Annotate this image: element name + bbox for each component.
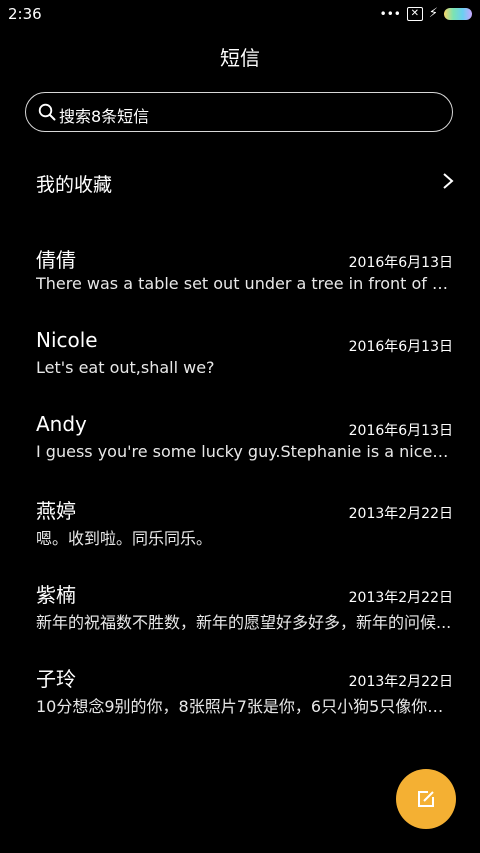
conversation-item[interactable]: 燕婷 2013年2月22日 嗯。收到啦。同乐同乐。 (0, 495, 480, 571)
contact-name: 倩倩 (36, 248, 76, 272)
more-dots-icon: ••• (379, 6, 401, 21)
message-preview: 10分想念9别的你，8张照片7张是你，6只小狗5只像你，4... (36, 697, 452, 716)
message-date: 2016年6月13日 (348, 255, 453, 271)
message-preview: There was a table set out under a tree i… (36, 274, 452, 293)
message-preview: I guess you're some lucky guy.Stephanie … (36, 442, 452, 461)
battery-icon (444, 7, 472, 20)
favorites-row[interactable]: 我的收藏 (0, 160, 480, 204)
message-date: 2013年2月22日 (348, 674, 453, 690)
compose-button[interactable] (396, 769, 456, 829)
conversation-item[interactable]: Andy 2016年6月13日 I guess you're some luck… (0, 412, 480, 488)
charging-bolt-icon: ⚡ (428, 6, 438, 21)
contact-name: Andy (36, 412, 87, 436)
message-preview: 新年的祝福数不胜数，新年的愿望好多好多，新年的问候... (36, 613, 452, 632)
status-time: 2:36 (8, 5, 42, 23)
conversation-item[interactable]: 子玲 2013年2月22日 10分想念9别的你，8张照片7张是你，6只小狗5只像… (0, 663, 480, 739)
contact-name: 燕婷 (36, 499, 76, 523)
status-bar: 2:36 ••• ✕ ⚡ (0, 0, 480, 28)
search-icon (38, 103, 56, 121)
message-date: 2016年6月13日 (348, 339, 453, 355)
favorites-label: 我的收藏 (36, 174, 113, 196)
search-input[interactable]: 搜索8条短信 (25, 92, 453, 132)
message-preview: Let's eat out,shall we? (36, 358, 215, 377)
search-placeholder: 搜索8条短信 (59, 107, 150, 126)
compose-icon (418, 791, 434, 807)
status-icons: ••• ✕ ⚡ (380, 6, 472, 21)
page-title: 短信 (220, 46, 260, 70)
contact-name: 紫楠 (36, 583, 76, 607)
conversation-item[interactable]: 紫楠 2013年2月22日 新年的祝福数不胜数，新年的愿望好多好多，新年的问候.… (0, 579, 480, 655)
chevron-right-icon (443, 173, 454, 189)
contact-name: 子玲 (36, 667, 76, 691)
message-date: 2013年2月22日 (348, 506, 453, 522)
conversation-item[interactable]: 倩倩 2016年6月13日 There was a table set out … (0, 244, 480, 320)
conversation-item[interactable]: Nicole 2016年6月13日 Let's eat out,shall we… (0, 328, 480, 404)
message-date: 2016年6月13日 (348, 423, 453, 439)
message-date: 2013年2月22日 (348, 590, 453, 606)
contact-name: Nicole (36, 328, 98, 352)
sim-x-icon: ✕ (406, 6, 423, 21)
message-preview: 嗯。收到啦。同乐同乐。 (36, 529, 213, 548)
